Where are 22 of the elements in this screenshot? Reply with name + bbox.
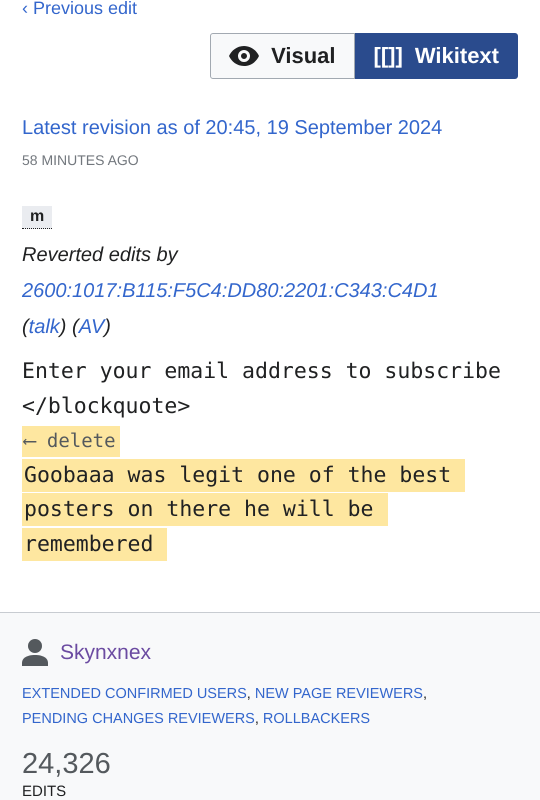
author-link[interactable]: 2600:1017:B115:F5C4:DD80:2201:C343:C4D1 (22, 273, 439, 309)
user-group-link[interactable]: PENDING CHANGES REVIEWERS (22, 711, 255, 727)
delete-marker: ⟵ delete (22, 426, 120, 457)
author-links: (talk) (AV) (22, 315, 111, 340)
view-toggle-tab[interactable]: [[]] Wikitext (354, 33, 518, 79)
user-groups: EXTENDED CONFIRMED USERS, NEW PAGE REVIEWERS, PENDING CHANGES REVIEWERS, ROLLBACKERS (22, 682, 518, 732)
user-group-link[interactable]: ROLLBACKERS (262, 711, 370, 727)
diff-context-line: Enter your email address to subscribe </blockquote> (22, 358, 502, 420)
revision-age: 58 MINUTES AGO (22, 152, 140, 168)
edit-count-label: EDITS (22, 783, 68, 800)
previous-edit-link[interactable]: ‹ Previous edit (22, 0, 138, 18)
eye-icon (229, 46, 260, 66)
username-link[interactable]: Skynxnex (60, 640, 152, 664)
user-group-link[interactable]: NEW PAGE REVIEWERS (254, 686, 423, 702)
revision-title-link[interactable]: Latest revision as of 20:45, 19 September 2024 (22, 117, 518, 140)
wikitext-icon: [[]] (374, 43, 403, 69)
minor-edit-badge: m (22, 206, 52, 229)
edit-count: 24,326 (22, 748, 112, 781)
user-group-link[interactable]: EXTENDED CONFIRMED USERS (22, 686, 247, 702)
view-toggle-tab[interactable]: Visual (210, 33, 355, 79)
user-icon (22, 639, 48, 666)
edit-summary: Reverted edits by (22, 243, 180, 268)
